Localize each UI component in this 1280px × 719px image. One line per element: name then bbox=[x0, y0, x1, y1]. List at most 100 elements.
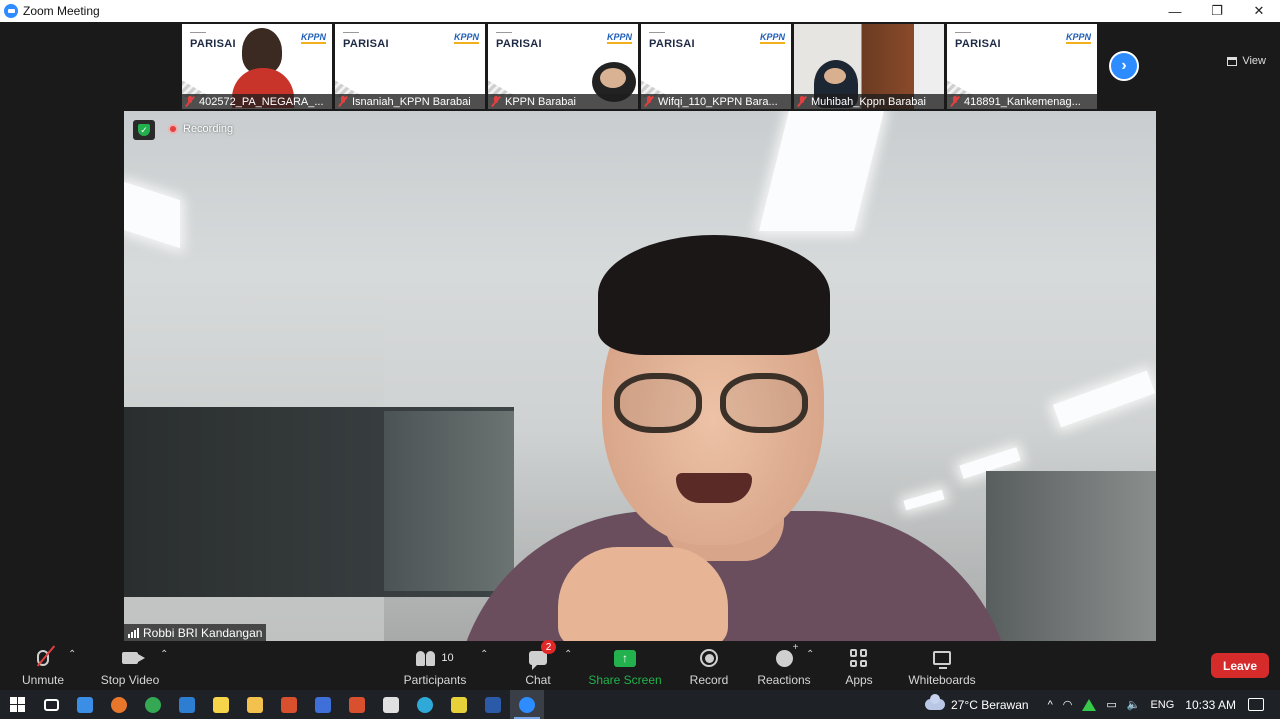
microphone-muted-icon bbox=[36, 645, 56, 669]
taskbar-app-task-view[interactable] bbox=[34, 690, 68, 719]
security-shield-icon[interactable] bbox=[133, 120, 155, 140]
stop-video-button[interactable]: Stop Video bbox=[100, 645, 160, 687]
record-button[interactable]: Record bbox=[688, 645, 730, 687]
windows-logo-icon bbox=[9, 697, 25, 712]
chat-options-caret-icon[interactable]: ⌃ bbox=[564, 649, 572, 660]
active-speaker-video: Recording Robbi BRI Kandangan bbox=[124, 111, 1156, 641]
participant-name: 402572_PA_NEGARA_... bbox=[199, 95, 324, 108]
slide-title: PARISAI bbox=[343, 38, 389, 50]
reactions-options-caret-icon[interactable]: ⌃ bbox=[806, 649, 814, 660]
whiteboards-button[interactable]: Whiteboards bbox=[908, 645, 976, 687]
taskbar-app-app-yellow[interactable] bbox=[442, 690, 476, 719]
participant-name: Isnaniah_KPPN Barabai bbox=[352, 95, 471, 108]
ceiling-light bbox=[903, 489, 945, 511]
notification-icon[interactable] bbox=[1248, 698, 1264, 711]
taskbar-app-file-explorer[interactable] bbox=[238, 690, 272, 719]
apps-button[interactable]: Apps bbox=[842, 645, 876, 687]
participant-tile[interactable]: PARISAI KPPN 418891_Kankemenag... bbox=[947, 24, 1097, 109]
ceiling-light bbox=[124, 181, 180, 249]
speaker-hair bbox=[598, 235, 830, 355]
reactions-smile-icon bbox=[775, 642, 798, 669]
sticky-notes-icon bbox=[213, 696, 229, 713]
microphone-muted-icon bbox=[797, 96, 807, 107]
share-screen-icon: ↑ bbox=[614, 647, 636, 669]
taskbar-app-mail[interactable] bbox=[170, 690, 204, 719]
microphone-muted-icon bbox=[491, 96, 501, 107]
speaker-volume-icon[interactable]: 🔈 bbox=[1127, 698, 1141, 711]
share-screen-button[interactable]: ↑ Share Screen bbox=[588, 645, 662, 687]
app-orange-1-icon bbox=[281, 696, 297, 713]
unmute-button[interactable]: Unmute bbox=[20, 645, 66, 687]
taskbar-app-app-bird[interactable] bbox=[374, 690, 408, 719]
word-icon bbox=[485, 696, 501, 713]
chevron-right-icon: › bbox=[1121, 57, 1127, 74]
ceiling-light bbox=[759, 111, 884, 231]
view-label: View bbox=[1242, 55, 1266, 67]
battery-icon[interactable]: ▭ bbox=[1106, 698, 1116, 711]
language-indicator[interactable]: ENG bbox=[1150, 699, 1174, 711]
taskbar-app-app-orange-1[interactable] bbox=[272, 690, 306, 719]
participant-gallery: PARISAI KPPN 402572_PA_NEGARA_... PARISA… bbox=[0, 22, 1280, 110]
slide-title: PARISAI bbox=[955, 38, 1001, 50]
ceiling-light bbox=[1052, 370, 1156, 428]
taskbar-app-store[interactable] bbox=[68, 690, 102, 719]
meeting-toolbar: Unmute ⌃ Stop Video ⌃ 10 Participants ⌃ … bbox=[0, 640, 1280, 690]
taskbar-app-chrome[interactable] bbox=[136, 690, 170, 719]
kppn-logo: KPPN bbox=[1065, 32, 1092, 44]
speaker-mouth bbox=[676, 473, 752, 503]
participant-tile[interactable]: PARISAI KPPN Isnaniah_KPPN Barabai bbox=[335, 24, 485, 109]
recording-dot-icon bbox=[168, 124, 178, 134]
zoom-logo-icon bbox=[4, 4, 18, 18]
taskbar-app-firefox[interactable] bbox=[102, 690, 136, 719]
system-tray: 27°C Berawan ^ ◠ ▭ 🔈 ENG 10:33 AM bbox=[925, 690, 1280, 719]
record-icon bbox=[700, 647, 718, 669]
video-options-caret-icon[interactable]: ⌃ bbox=[160, 649, 168, 660]
task-view-icon bbox=[43, 698, 59, 711]
taskbar-app-word[interactable] bbox=[476, 690, 510, 719]
network-icon[interactable]: ◠ bbox=[1063, 698, 1073, 711]
participants-button[interactable]: 10 Participants bbox=[404, 645, 466, 687]
taskbar-app-sticky-notes[interactable] bbox=[204, 690, 238, 719]
grid-view-icon bbox=[1227, 56, 1238, 66]
kppn-logo: KPPN bbox=[453, 32, 480, 44]
participant-tile[interactable]: PARISAI KPPN 402572_PA_NEGARA_... bbox=[182, 24, 332, 109]
taskbar-app-zoom[interactable] bbox=[510, 690, 544, 719]
participant-name-tag: KPPN Barabai bbox=[488, 94, 638, 109]
close-button[interactable]: ✕ bbox=[1238, 0, 1280, 22]
slide-title: PARISAI bbox=[496, 38, 542, 50]
video-camera-icon bbox=[122, 647, 145, 669]
speaker-hand bbox=[558, 547, 728, 641]
slide-title: PARISAI bbox=[649, 38, 695, 50]
start-button[interactable] bbox=[0, 690, 34, 719]
participant-tile[interactable]: PARISAI KPPN KPPN Barabai bbox=[488, 24, 638, 109]
taskbar-app-app-blue[interactable] bbox=[306, 690, 340, 719]
speaker-name-tag: Robbi BRI Kandangan bbox=[124, 624, 267, 641]
view-button[interactable]: View bbox=[1227, 55, 1266, 67]
reactions-button[interactable]: Reactions bbox=[757, 642, 810, 688]
leave-button[interactable]: Leave bbox=[1211, 653, 1269, 678]
next-page-button[interactable]: › bbox=[1109, 51, 1139, 81]
minimize-button[interactable]: — bbox=[1154, 0, 1196, 22]
office-wall bbox=[986, 471, 1156, 641]
edge-icon bbox=[417, 696, 433, 713]
recording-indicator[interactable]: Recording bbox=[168, 123, 233, 135]
participant-name: 418891_Kankemenag... bbox=[964, 95, 1081, 108]
chat-unread-badge: 2 bbox=[541, 640, 556, 654]
weather-widget[interactable]: 27°C Berawan bbox=[925, 694, 1029, 712]
clock[interactable]: 10:33 AM bbox=[1185, 698, 1236, 712]
chevron-up-icon[interactable]: ^ bbox=[1048, 699, 1053, 711]
app-tray-icon[interactable] bbox=[1082, 698, 1097, 711]
participant-tile[interactable]: PARISAI KPPN Muhibah_Kppn Barabai bbox=[794, 24, 944, 109]
kppn-logo: KPPN bbox=[759, 32, 786, 44]
participants-options-caret-icon[interactable]: ⌃ bbox=[480, 649, 488, 660]
chat-button[interactable]: 2 Chat bbox=[520, 640, 556, 687]
taskbar-app-app-orange-2[interactable] bbox=[340, 690, 374, 719]
microphone-muted-icon bbox=[950, 96, 960, 107]
audio-options-caret-icon[interactable]: ⌃ bbox=[68, 649, 76, 660]
taskbar-app-edge[interactable] bbox=[408, 690, 442, 719]
app-orange-2-icon bbox=[349, 696, 365, 713]
restore-button[interactable]: ❐ bbox=[1196, 0, 1238, 22]
participants-count: 10 bbox=[441, 652, 454, 664]
participant-tile[interactable]: PARISAI KPPN Wifqi_110_KPPN Bara... bbox=[641, 24, 791, 109]
whiteboard-icon bbox=[933, 647, 951, 669]
